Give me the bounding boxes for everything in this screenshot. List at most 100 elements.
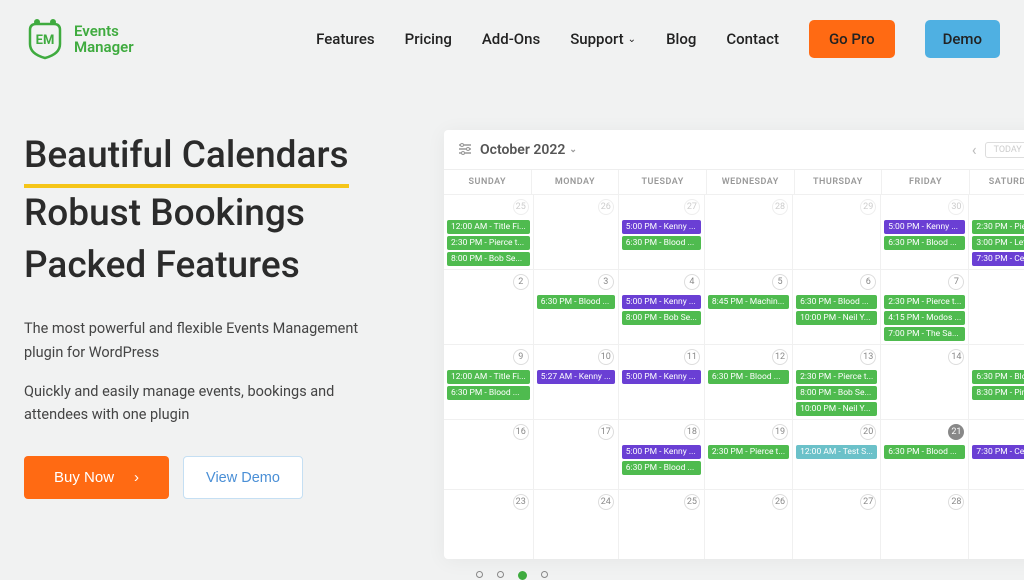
calendar-cell[interactable]: 29 <box>793 194 881 269</box>
nav-contact[interactable]: Contact <box>726 30 779 48</box>
calendar-cell[interactable]: 185:00 PM - Kenny ...6:30 PM - Blood ... <box>619 419 705 489</box>
buy-now-button[interactable]: Buy Now› <box>24 456 169 499</box>
view-demo-button[interactable]: View Demo <box>183 456 303 499</box>
event-chip[interactable]: 12:00 AM - Title Fi... <box>447 220 530 234</box>
event-chip[interactable]: 3:00 PM - Let It Be <box>972 236 1024 250</box>
day-number: 13 <box>860 349 876 365</box>
day-number: 21 <box>948 424 964 440</box>
calendar-cell[interactable]: 2 <box>444 269 534 344</box>
event-chip[interactable]: 7:30 PM - Cecilia ... <box>972 252 1024 266</box>
event-chip[interactable]: 6:30 PM - Blood ... <box>622 236 701 250</box>
calendar-cell[interactable]: 45:00 PM - Kenny ...8:00 PM - Bob Se... <box>619 269 705 344</box>
day-number: 6 <box>860 274 876 290</box>
event-chip[interactable]: 6:30 PM - Blood ... <box>447 386 530 400</box>
calendar-cell[interactable]: 10 5:27 AM - Kenny ... <box>534 344 619 419</box>
calendar-cell[interactable]: 192:30 PM - Pierce t... <box>705 419 793 489</box>
gopro-button[interactable]: Go Pro <box>809 20 895 58</box>
event-chip[interactable]: 7:00 PM - The Sa... <box>884 327 965 341</box>
demo-button[interactable]: Demo <box>925 20 1000 58</box>
nav-support[interactable]: Support⌄ <box>570 30 636 48</box>
nav-pricing[interactable]: Pricing <box>405 30 452 48</box>
nav-blog[interactable]: Blog <box>666 30 696 48</box>
event-chip[interactable]: 6:30 PM - Blood ... <box>537 295 615 309</box>
calendar-cell[interactable]: 126:30 PM - Blood ... <box>705 344 793 419</box>
day-number: 27 <box>684 199 700 215</box>
calendar-cell[interactable]: 27 <box>793 489 881 559</box>
day-number: 28 <box>948 494 964 510</box>
calendar-cell[interactable]: 24 <box>534 489 619 559</box>
calendar-cell[interactable]: 6 6:30 PM - Blood ... 10:00 PM - Neil Y... <box>793 269 881 344</box>
today-button[interactable]: TODAY <box>985 142 1024 158</box>
event-chip[interactable]: 5:00 PM - Kenny ... <box>622 295 701 309</box>
calendar-cell[interactable]: 227:30 PM - Cecilia ... <box>969 419 1024 489</box>
filter-icon[interactable] <box>458 140 472 159</box>
event-chip[interactable]: 10:00 PM - Neil Y... <box>796 402 877 416</box>
day-number: 2 <box>513 274 529 290</box>
day-number: 30 <box>948 199 964 215</box>
calendar-cell[interactable]: 28 <box>705 194 793 269</box>
nav-features[interactable]: Features <box>316 30 374 48</box>
calendar-cell[interactable]: 17 <box>534 419 619 489</box>
event-chip[interactable]: 5:27 AM - Kenny ... <box>537 370 615 384</box>
calendar-cell[interactable]: 912:00 AM - Title Fi...6:30 PM - Blood .… <box>444 344 534 419</box>
event-chip[interactable]: 5:00 PM - Kenny ... <box>622 370 701 384</box>
event-chip[interactable]: 7:30 PM - Cecilia ... <box>972 445 1024 459</box>
carousel-dot[interactable] <box>476 571 483 578</box>
event-chip[interactable]: 2:30 PM - Pierce t... <box>972 220 1024 234</box>
calendar-cell[interactable]: 26 <box>534 194 619 269</box>
calendar-cell[interactable]: 8 <box>969 269 1024 344</box>
calendar-cell[interactable]: 20 12:00 AM - Test S... <box>793 419 881 489</box>
calendar-cell[interactable]: 21 6:30 PM - Blood ... <box>881 419 969 489</box>
prev-month-icon[interactable]: ‹ <box>972 140 977 159</box>
event-chip[interactable]: 12:00 AM - Test S... <box>796 445 877 459</box>
event-chip[interactable]: 6:30 PM - Blood ... <box>972 370 1024 384</box>
day-header: WEDNESDAY <box>707 170 795 194</box>
calendar-cell[interactable]: 16 <box>444 419 534 489</box>
event-chip[interactable]: 6:30 PM - Blood ... <box>884 445 965 459</box>
event-chip[interactable]: 8:00 PM - Bob Se... <box>622 311 701 325</box>
event-chip[interactable]: 6:30 PM - Blood ... <box>708 370 789 384</box>
event-chip[interactable]: 2:30 PM - Pierce t... <box>884 295 965 309</box>
hero-desc1: The most powerful and flexible Events Ma… <box>24 317 364 363</box>
calendar-cell[interactable]: 2512:00 AM - Title Fi...2:30 PM - Pierce… <box>444 194 534 269</box>
event-chip[interactable]: 8:30 PM - Pink <box>972 386 1024 400</box>
event-chip[interactable]: 6:30 PM - Blood ... <box>796 295 877 309</box>
calendar-cell[interactable]: 28 <box>881 489 969 559</box>
event-chip[interactable]: 2:30 PM - Pierce t... <box>708 445 789 459</box>
calendar-cell[interactable]: 25 <box>619 489 705 559</box>
event-chip[interactable]: 5:00 PM - Kenny ... <box>622 445 701 459</box>
event-chip[interactable]: 4:15 PM - Modos ... <box>884 311 965 325</box>
calendar-cell[interactable]: 13 2:30 PM - Pierce t... 8:00 PM - Bob Se.… <box>793 344 881 419</box>
calendar-cell[interactable]: 14 <box>881 344 969 419</box>
event-chip[interactable]: 5:00 PM - Kenny ... <box>622 220 701 234</box>
calendar-cell[interactable]: 72:30 PM - Pierce t...4:15 PM - Modos ..… <box>881 269 969 344</box>
calendar-cell[interactable]: 58:45 PM - Machin... <box>705 269 793 344</box>
nav-addons[interactable]: Add-Ons <box>482 30 540 48</box>
calendar-cell[interactable]: 27 5:00 PM - Kenny ... 6:30 PM - Blood ... <box>619 194 705 269</box>
event-chip[interactable]: 10:00 PM - Neil Y... <box>796 311 877 325</box>
event-chip[interactable]: 12:00 AM - Title Fi... <box>447 370 530 384</box>
calendar-cell[interactable]: 36:30 PM - Blood ... <box>534 269 619 344</box>
event-chip[interactable]: 6:30 PM - Blood ... <box>622 461 701 475</box>
day-number: 20 <box>860 424 876 440</box>
event-chip[interactable]: 2:30 PM - Pierce t... <box>796 370 877 384</box>
event-chip[interactable]: 6:30 PM - Blood ... <box>884 236 965 250</box>
carousel-dot[interactable] <box>541 571 548 578</box>
event-chip[interactable]: 5:00 PM - Kenny ... <box>884 220 965 234</box>
event-chip[interactable]: 8:00 PM - Bob Se... <box>447 252 530 266</box>
calendar-cell[interactable]: 30 5:00 PM - Kenny ... 6:30 PM - Blood ... <box>881 194 969 269</box>
calendar-cell[interactable]: 29 <box>969 489 1024 559</box>
calendar-cell[interactable]: 23 <box>444 489 534 559</box>
calendar-cell[interactable]: 115:00 PM - Kenny ... <box>619 344 705 419</box>
month-selector[interactable]: October 2022⌄ <box>480 142 577 158</box>
event-chip[interactable]: 8:45 PM - Machin... <box>708 295 789 309</box>
brand-line1: Events <box>74 23 134 40</box>
event-chip[interactable]: 8:00 PM - Bob Se... <box>796 386 877 400</box>
logo[interactable]: EM EventsManager <box>24 18 134 60</box>
carousel-dot[interactable] <box>497 571 504 578</box>
day-number: 10 <box>598 349 614 365</box>
calendar-cell[interactable]: 12:30 PM - Pierce t...3:00 PM - Let It B… <box>969 194 1024 269</box>
event-chip[interactable]: 2:30 PM - Pierce t... <box>447 236 530 250</box>
calendar-cell[interactable]: 156:30 PM - Blood ...8:30 PM - Pink <box>969 344 1024 419</box>
calendar-cell[interactable]: 26 <box>705 489 793 559</box>
